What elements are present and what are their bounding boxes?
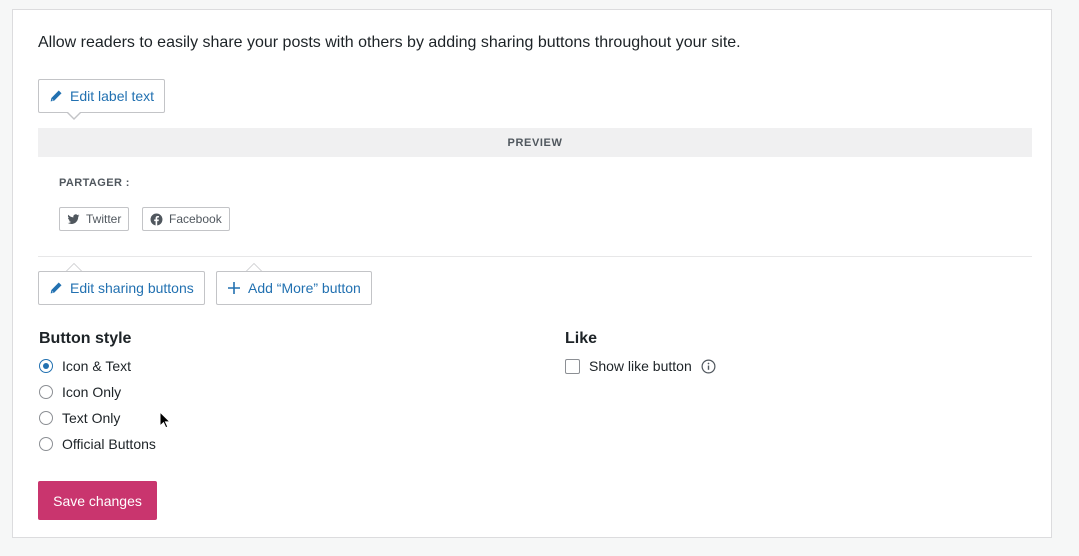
pencil-icon bbox=[50, 90, 62, 102]
radio-official-buttons-control[interactable] bbox=[39, 437, 53, 451]
mouse-cursor-icon bbox=[159, 411, 171, 429]
preview-facebook-button[interactable]: Facebook bbox=[142, 207, 230, 231]
twitter-label: Twitter bbox=[86, 212, 122, 226]
twitter-icon bbox=[67, 213, 80, 224]
add-more-button[interactable]: Add “More” button bbox=[216, 271, 372, 305]
radio-icon-only[interactable]: Icon Only bbox=[39, 384, 121, 400]
edit-sharing-pointer bbox=[66, 263, 82, 271]
radio-icon-text[interactable]: Icon & Text bbox=[39, 358, 131, 374]
radio-text-only[interactable]: Text Only bbox=[39, 410, 120, 426]
plus-icon bbox=[228, 282, 240, 294]
edit-label-pointer bbox=[66, 111, 82, 120]
facebook-label: Facebook bbox=[169, 212, 222, 226]
share-label: PARTAGER : bbox=[59, 177, 130, 189]
sharing-settings-card: Allow readers to easily share your posts… bbox=[12, 9, 1052, 538]
radio-official-buttons[interactable]: Official Buttons bbox=[39, 436, 156, 452]
radio-icon-only-label: Icon Only bbox=[62, 384, 122, 400]
info-icon[interactable] bbox=[701, 359, 716, 374]
radio-icon-text-label: Icon & Text bbox=[62, 358, 132, 374]
pencil-icon bbox=[50, 282, 62, 294]
preview-bar: PREVIEW bbox=[38, 128, 1032, 157]
preview-twitter-button[interactable]: Twitter bbox=[59, 207, 130, 231]
add-more-pointer bbox=[246, 263, 262, 271]
edit-sharing-buttons-label: Edit sharing buttons bbox=[70, 280, 194, 296]
radio-official-buttons-label: Official Buttons bbox=[62, 436, 156, 452]
intro-text: Allow readers to easily share your posts… bbox=[38, 34, 741, 51]
edit-label-text-button[interactable]: Edit label text bbox=[38, 79, 166, 113]
button-style-heading: Button style bbox=[39, 330, 132, 347]
preview-divider bbox=[38, 256, 1032, 257]
facebook-icon bbox=[150, 213, 163, 225]
radio-text-only-label: Text Only bbox=[62, 410, 121, 426]
radio-text-only-control[interactable] bbox=[39, 411, 53, 425]
edit-sharing-buttons-button[interactable]: Edit sharing buttons bbox=[38, 271, 205, 305]
radio-icon-only-control[interactable] bbox=[39, 385, 53, 399]
show-like-button-label: Show like button bbox=[589, 358, 692, 374]
add-more-label: Add “More” button bbox=[248, 280, 361, 296]
like-heading: Like bbox=[565, 330, 598, 347]
edit-label-text-label: Edit label text bbox=[70, 88, 155, 104]
show-like-button-row[interactable]: Show like button bbox=[565, 358, 716, 374]
radio-icon-text-control[interactable] bbox=[39, 359, 53, 373]
show-like-button-checkbox[interactable] bbox=[565, 358, 580, 374]
preview-title: PREVIEW bbox=[507, 136, 563, 149]
save-changes-button[interactable]: Save changes bbox=[38, 481, 157, 520]
